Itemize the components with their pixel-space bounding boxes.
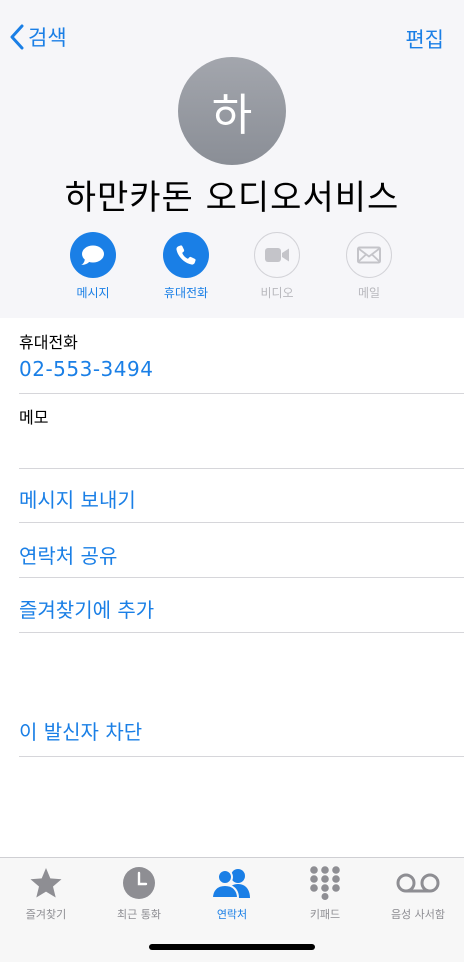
tab-contacts[interactable]: 연락처 bbox=[186, 866, 278, 922]
contacts-icon bbox=[186, 866, 278, 900]
send-message-link[interactable]: 메시지 보내기 bbox=[19, 484, 136, 513]
phone-action-circle bbox=[163, 232, 209, 278]
divider bbox=[19, 522, 464, 523]
divider bbox=[19, 632, 464, 633]
clock-icon bbox=[93, 866, 185, 900]
phone-field-label: 휴대전화 bbox=[19, 333, 78, 352]
share-contact-link[interactable]: 연락처 공유 bbox=[19, 540, 117, 569]
edit-button[interactable]: 편집 bbox=[405, 24, 444, 54]
video-action-label: 비디오 bbox=[260, 286, 294, 300]
tab-label: 최근 통화 bbox=[117, 908, 161, 921]
video-icon bbox=[265, 248, 289, 262]
phone-icon bbox=[176, 245, 196, 265]
tab-label: 음성 사서함 bbox=[390, 908, 446, 921]
chevron-left-icon bbox=[10, 24, 24, 50]
contact-name: 하만카돈 오디오서비스 bbox=[64, 178, 400, 218]
back-label: 검색 bbox=[28, 26, 67, 50]
divider bbox=[19, 393, 464, 394]
tab-recents[interactable]: 최근 통화 bbox=[93, 866, 185, 922]
home-indicator[interactable] bbox=[149, 944, 315, 950]
message-action-circle bbox=[70, 232, 116, 278]
mail-icon bbox=[357, 246, 381, 264]
mail-action-label: 메일 bbox=[357, 286, 381, 300]
tab-bar: 즐겨찾기 최근 통화 연락처 키패드 음성 사서함 bbox=[0, 857, 464, 962]
mail-action-circle bbox=[346, 232, 392, 278]
message-bubble-icon bbox=[81, 245, 104, 265]
phone-action-label: 휴대전화 bbox=[163, 286, 209, 300]
memo-field-label: 메모 bbox=[19, 408, 49, 427]
keypad-icon bbox=[279, 866, 371, 900]
tab-voicemail[interactable]: 음성 사서함 bbox=[372, 866, 464, 922]
message-action-button[interactable]: 메시지 bbox=[53, 232, 133, 301]
star-icon bbox=[0, 866, 92, 900]
contact-header: 검색 편집 하 하만카돈 오디오서비스 메시지 휴대전화 비디오 메일 bbox=[0, 0, 464, 318]
avatar-initial: 하 bbox=[211, 90, 253, 141]
tab-label: 연락처 bbox=[216, 908, 248, 921]
message-action-label: 메시지 bbox=[76, 286, 110, 300]
divider bbox=[19, 756, 464, 757]
video-action-circle bbox=[254, 232, 300, 278]
divider bbox=[19, 577, 464, 578]
avatar: 하 bbox=[178, 57, 286, 165]
add-favorite-link[interactable]: 즐겨찾기에 추가 bbox=[19, 594, 154, 623]
tab-label: 키패드 bbox=[309, 908, 341, 921]
back-button[interactable]: 검색 bbox=[10, 22, 67, 52]
tab-favorites[interactable]: 즐겨찾기 bbox=[0, 866, 92, 922]
action-bar: 메시지 휴대전화 비디오 메일 bbox=[0, 232, 464, 304]
divider bbox=[19, 468, 464, 469]
phone-action-button[interactable]: 휴대전화 bbox=[146, 232, 226, 301]
block-caller-link[interactable]: 이 발신자 차단 bbox=[19, 716, 142, 745]
tab-keypad[interactable]: 키패드 bbox=[279, 866, 371, 922]
mail-action-button[interactable]: 메일 bbox=[329, 232, 409, 301]
phone-number-link[interactable]: 02-553-3494 bbox=[19, 357, 153, 381]
tab-label: 즐겨찾기 bbox=[25, 908, 67, 921]
voicemail-icon bbox=[372, 866, 464, 900]
video-action-button[interactable]: 비디오 bbox=[237, 232, 317, 301]
